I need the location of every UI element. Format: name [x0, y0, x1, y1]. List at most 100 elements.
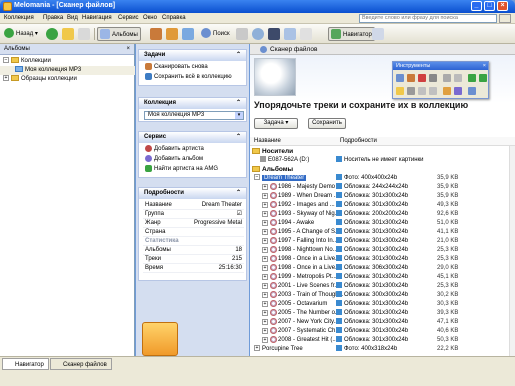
album-row[interactable]: +1992 - Images and ... Обложка: 301x300x2…	[250, 201, 515, 210]
tool-icon[interactable]	[443, 74, 451, 82]
find-amg-link[interactable]: Найти артиста на AMG	[145, 165, 218, 174]
collapse-icon[interactable]: −	[3, 57, 9, 64]
album-row[interactable]: +2005 - Octavarium Обложка: 301x300x24b 30…	[250, 300, 515, 309]
collapse-chevron-icon[interactable]: ⌃	[236, 188, 241, 199]
forward-arrow-icon[interactable]	[46, 28, 58, 40]
tracks-icon[interactable]	[166, 28, 178, 40]
expand-icon[interactable]: +	[262, 327, 268, 334]
collapse-chevron-icon[interactable]: ⌃	[236, 98, 241, 109]
album-row[interactable]: +1998 - Once in a Live... Обложка: 301x30…	[250, 255, 515, 264]
chevron-down-icon[interactable]: ▾	[235, 112, 243, 119]
menu-navigation[interactable]: Навигация	[82, 15, 112, 21]
vertical-scrollbar[interactable]	[509, 146, 515, 356]
folder-up-icon[interactable]	[62, 28, 74, 40]
album-row[interactable]: +1999 - Metropolis Pt... Обложка: 301x300…	[250, 273, 515, 282]
rescan-link[interactable]: Сканировать снова	[145, 63, 208, 72]
album-row[interactable]: +1995 - A Change of S... Обложка: 301x300…	[250, 228, 515, 237]
tool-icon[interactable]	[407, 74, 415, 82]
tool-icon[interactable]	[429, 87, 437, 95]
tool-icon[interactable]	[429, 74, 437, 82]
tab-file-scanner[interactable]: Сканер файлов	[50, 358, 112, 370]
add-album-link[interactable]: Добавить альбом	[145, 155, 203, 164]
carrier-row[interactable]: E087-562A (D:) Носитель не имеет картинк…	[250, 156, 515, 165]
grid-view-icon[interactable]	[78, 28, 90, 40]
close-button[interactable]: ×	[497, 1, 508, 11]
search-input[interactable]: Введите слово или фразу для поиска	[359, 14, 497, 23]
expand-icon[interactable]: +	[262, 237, 268, 244]
album-row[interactable]: +2007 - Systematic Ch... Обложка: 301x300…	[250, 327, 515, 336]
expand-icon[interactable]: +	[262, 246, 268, 253]
albums-button[interactable]: Альбомы	[97, 27, 141, 41]
collapse-icon[interactable]: −	[254, 174, 260, 181]
arrow-down-icon[interactable]	[479, 74, 487, 82]
close-panel-icon[interactable]: ×	[126, 44, 130, 55]
album-row[interactable]: +1998 - Nighttown No... Обложка: 301x300x…	[250, 246, 515, 255]
menu-view[interactable]: Вид	[67, 15, 78, 21]
tool-icon[interactable]	[443, 87, 451, 95]
expand-icon[interactable]: +	[3, 75, 9, 82]
tool-icon[interactable]	[396, 87, 404, 95]
tree-item-sample-collections[interactable]: + Образцы коллекции	[0, 75, 135, 84]
menu-edit[interactable]: Правка	[43, 15, 63, 21]
expand-icon[interactable]: +	[254, 345, 260, 352]
save-button[interactable]: Сохранить	[308, 118, 346, 129]
close-icon[interactable]: ×	[483, 62, 486, 70]
view-options-icon[interactable]	[300, 28, 312, 40]
column-name[interactable]: Название	[254, 137, 281, 146]
scanner-icon[interactable]	[236, 28, 248, 40]
tools-titlebar[interactable]: Инструменты ×	[393, 62, 488, 70]
album-row[interactable]: +1997 - Falling Into In... Обложка: 301x3…	[250, 237, 515, 246]
arrow-up-icon[interactable]	[468, 74, 476, 82]
expand-icon[interactable]: +	[262, 300, 268, 307]
add-artist-link[interactable]: Добавить артиста	[145, 145, 204, 154]
menu-collection[interactable]: Коллекция	[4, 15, 34, 21]
collection-select[interactable]: Моя коллекция MP3 ▾	[144, 111, 244, 120]
tool-icon[interactable]	[454, 74, 462, 82]
expand-icon[interactable]: +	[262, 282, 268, 289]
service-section-header[interactable]: Сервис ⌃	[139, 132, 246, 143]
tool-icon[interactable]	[396, 74, 404, 82]
album-row[interactable]: +1993 - Skyway of Nig... Обложка: 200x200…	[250, 210, 515, 219]
expand-icon[interactable]: +	[262, 228, 268, 235]
expand-icon[interactable]: +	[262, 318, 268, 325]
search-button[interactable]: Поиск	[199, 27, 232, 41]
details-section-header[interactable]: Подробности ⌃	[139, 188, 246, 199]
menu-help[interactable]: Справка	[162, 15, 186, 21]
album-row[interactable]: +2005 - The Number o... Обложка: 301x300x…	[250, 309, 515, 318]
album-row[interactable]: +2007 - New York City... Обложка: 301x300…	[250, 318, 515, 327]
tab-navigator[interactable]: Навигатор	[2, 358, 49, 370]
settings-icon[interactable]	[372, 28, 384, 40]
column-details[interactable]: Подробности	[340, 137, 377, 146]
back-button[interactable]: Назад ▾	[2, 27, 40, 41]
expand-icon[interactable]: +	[262, 192, 268, 199]
navigator-button[interactable]: Навигатор	[328, 27, 375, 41]
menu-service[interactable]: Сервис	[118, 15, 139, 21]
task-dropdown-button[interactable]: Задача ▾	[254, 118, 298, 129]
expand-icon[interactable]: +	[262, 201, 268, 208]
library-icon[interactable]	[182, 28, 194, 40]
expand-icon[interactable]: +	[262, 273, 268, 280]
album-row[interactable]: +2003 - Train of Though... Обложка: 300x3…	[250, 291, 515, 300]
monitor-icon[interactable]	[268, 28, 280, 40]
expand-icon[interactable]: +	[262, 219, 268, 226]
minimize-button[interactable]: _	[471, 1, 482, 11]
album-row[interactable]: +2008 - Greatest Hit (... Обложка: 301x30…	[250, 336, 515, 345]
album-row[interactable]: +1998 - Once in a Live... Обложка: 306x30…	[250, 264, 515, 273]
tree-item-my-collection[interactable]: Моя коллекция MP3	[0, 66, 135, 75]
collapse-chevron-icon[interactable]: ⌃	[236, 50, 241, 61]
tool-icon[interactable]	[418, 87, 426, 95]
expand-icon[interactable]: +	[262, 309, 268, 316]
group-checkbox[interactable]: ☑	[237, 210, 242, 219]
tool-icon[interactable]	[454, 87, 462, 95]
expand-icon[interactable]: +	[262, 210, 268, 217]
globe-icon[interactable]	[252, 28, 264, 40]
artist-row[interactable]: + Porcupine Tree Фото: 400x318x24b 22,2 K…	[250, 345, 515, 354]
artist-row[interactable]: − Dream Theater Фото: 400x400x24b 35,9 KB	[250, 174, 515, 183]
tasks-section-header[interactable]: Задачи ⌃	[139, 50, 246, 61]
expand-icon[interactable]: +	[262, 291, 268, 298]
save-all-link[interactable]: Сохранить всё в коллекцию	[145, 73, 232, 82]
tool-icon[interactable]	[407, 87, 415, 95]
image-icon[interactable]	[284, 28, 296, 40]
delete-icon[interactable]	[418, 74, 426, 82]
album-row[interactable]: +1994 - Awake Обложка: 301x300x24b 51,0 KB	[250, 219, 515, 228]
